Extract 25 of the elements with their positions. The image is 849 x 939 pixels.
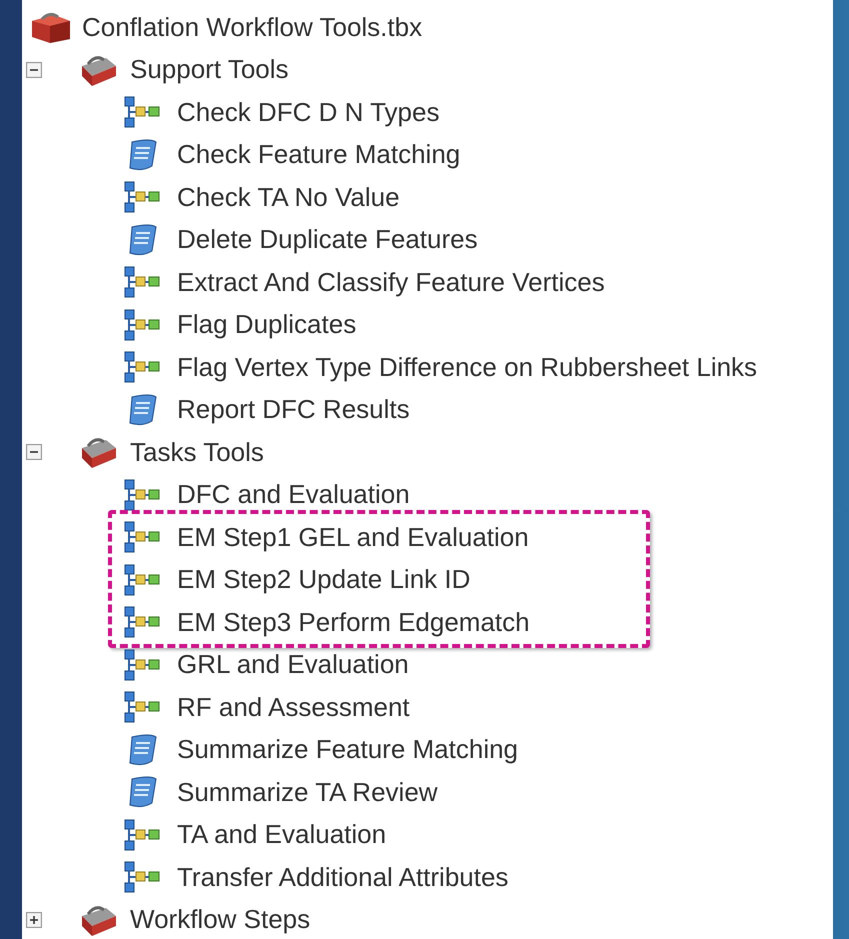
- tool-name[interactable]: Check Feature Matching: [177, 139, 460, 170]
- tool-name[interactable]: Flag Duplicates: [177, 309, 356, 340]
- tool-name[interactable]: GRL and Evaluation: [177, 649, 409, 680]
- toolset-name[interactable]: Support Tools: [130, 54, 289, 86]
- tool-name[interactable]: Report DFC Results: [177, 394, 410, 426]
- toolset-name[interactable]: Tasks Tools: [130, 436, 264, 468]
- tool-name[interactable]: EM Step1 GEL and Evaluation: [177, 522, 529, 553]
- tool-name[interactable]: Check DFC D N Types: [177, 96, 440, 128]
- tool-name[interactable]: Summarize TA Review: [177, 776, 438, 808]
- tool-name[interactable]: EM Step2 Update Link ID: [177, 564, 470, 596]
- tool-name[interactable]: EM Step3 Perform Edgematch: [177, 606, 530, 638]
- tool-name[interactable]: Summarize Feature Matching: [177, 734, 518, 766]
- expand-toggle[interactable]: [26, 912, 42, 928]
- tool-name[interactable]: TA and Evaluation: [177, 819, 386, 850]
- toolbox-name[interactable]: Conflation Workflow Tools.tbx: [82, 12, 422, 43]
- tool-name[interactable]: Transfer Additional Attributes: [177, 862, 508, 893]
- expand-toggle[interactable]: [26, 62, 42, 78]
- tool-name[interactable]: Flag Vertex Type Difference on Rubbersheet Links: [177, 352, 758, 383]
- tool-name[interactable]: Check TA No Value: [177, 182, 400, 213]
- expand-toggle[interactable]: [26, 444, 42, 460]
- tool-name[interactable]: DFC and Evaluation: [177, 479, 410, 510]
- tool-name[interactable]: Delete Duplicate Features: [177, 224, 478, 256]
- toolset-name[interactable]: Workflow Steps: [130, 904, 310, 936]
- tool-name[interactable]: Extract And Classify Feature Vertices: [177, 266, 605, 298]
- tool-name[interactable]: RF and Assessment: [177, 692, 410, 723]
